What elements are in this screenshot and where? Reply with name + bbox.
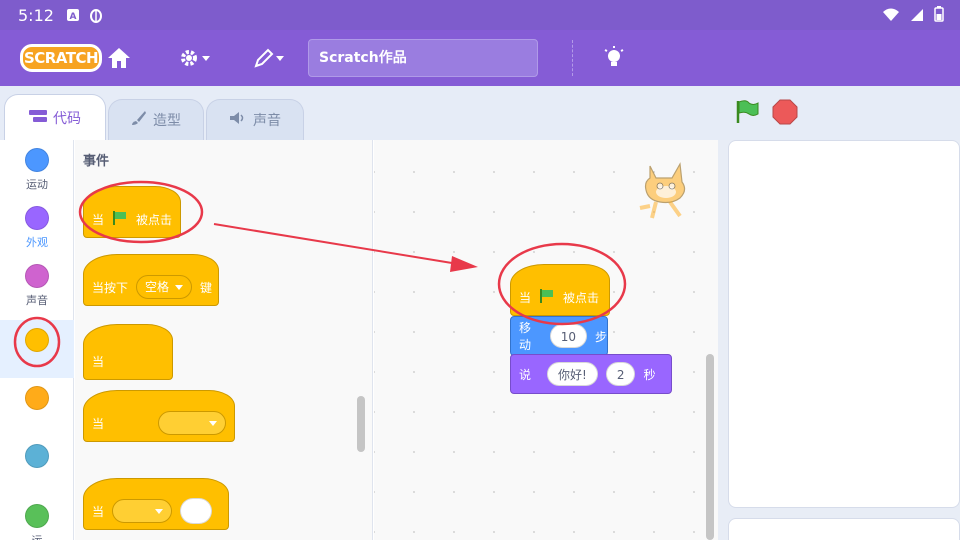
move-steps-input[interactable]: 10: [549, 324, 587, 348]
block-when-key-suffix: 键: [200, 280, 213, 295]
category-events[interactable]: [0, 320, 74, 378]
category-looks[interactable]: 外观: [0, 206, 74, 260]
category-motion-dot: [25, 148, 49, 172]
block-when-backdrop-switches[interactable]: 当: [83, 390, 235, 442]
category-operators-dot: [25, 504, 49, 528]
key-dropdown-value: 空格: [145, 280, 170, 294]
stage-canvas[interactable]: [728, 140, 960, 508]
category-control[interactable]: [0, 386, 74, 426]
block-when-greater-prefix: 当: [92, 504, 105, 519]
category-looks-dot: [25, 206, 49, 230]
chevron-down-icon: [175, 284, 184, 290]
key-dropdown[interactable]: 空格: [136, 275, 193, 299]
move-label: 移动: [519, 321, 532, 352]
tab-sounds[interactable]: 声音: [206, 99, 304, 140]
status-bar: 5:12 A: [0, 0, 960, 30]
tips-lightbulb-icon[interactable]: [602, 46, 630, 70]
backdrop-dropdown[interactable]: [158, 411, 226, 435]
editor-tab-strip: 代码 造型 声音: [0, 86, 960, 141]
script-when-flag-clicked[interactable]: 当 被点击: [510, 264, 610, 316]
tab-costumes-label: 造型: [153, 113, 181, 129]
brush-icon: [131, 110, 147, 130]
script-hat-suffix: 被点击: [563, 290, 600, 305]
say-message-input[interactable]: 你好!: [547, 362, 598, 386]
code-icon: [29, 109, 47, 127]
tab-code[interactable]: 代码: [4, 94, 106, 141]
svg-text:A: A: [70, 12, 77, 22]
scratch-cat-sprite-icon: [636, 160, 696, 226]
speaker-icon: [229, 111, 247, 129]
say-seconds-input[interactable]: 2: [605, 362, 636, 386]
stop-sign-icon[interactable]: [772, 99, 798, 129]
green-flag-icon: [539, 288, 555, 307]
category-events-dot: [25, 328, 49, 352]
status-right: [882, 6, 944, 26]
wifi-icon: [882, 7, 900, 26]
category-motion-label: 运动: [26, 178, 48, 191]
block-categories: 运动 外观 声音 运: [0, 140, 74, 540]
say-unit: 秒: [643, 367, 656, 382]
block-when-flag-suffix: 被点击: [136, 212, 173, 227]
palette-section-title: 事件: [83, 154, 110, 169]
category-looks-label: 外观: [26, 236, 48, 249]
palette-scrollbar[interactable]: [357, 396, 365, 452]
block-when-sprite-prefix: 当: [92, 354, 105, 369]
settings-gear-icon[interactable]: [178, 46, 214, 70]
battery-icon: [934, 6, 944, 26]
say-label: 说: [519, 367, 532, 382]
green-flag-icon[interactable]: [734, 99, 760, 129]
block-when-greater-than[interactable]: 当: [83, 478, 229, 530]
sensor-dropdown[interactable]: [112, 499, 173, 523]
category-sensing-dot: [25, 444, 49, 468]
category-sound-label: 声音: [26, 294, 48, 307]
block-palette: 事件 当 被点击 当按下 空格 键 当 当 当: [75, 140, 373, 540]
notification-a-icon: A: [66, 7, 80, 26]
category-operators-label: 运: [32, 534, 43, 540]
category-operators[interactable]: 运: [0, 504, 74, 540]
menu-divider: [572, 40, 573, 76]
workspace-scrollbar[interactable]: [706, 354, 714, 540]
block-when-backdrop-prefix: 当: [92, 416, 105, 431]
project-title-input[interactable]: Scratch作品: [308, 39, 538, 77]
block-when-this-sprite-clicked[interactable]: 当: [83, 324, 173, 380]
tab-costumes[interactable]: 造型: [108, 99, 204, 140]
block-when-flag-clicked[interactable]: 当 被点击: [83, 186, 181, 238]
scratch-logo[interactable]: SCRATCH: [20, 44, 102, 72]
category-motion[interactable]: 运动: [0, 148, 74, 202]
home-icon[interactable]: [106, 46, 134, 70]
category-sound[interactable]: 声音: [0, 264, 74, 318]
tab-sounds-label: 声音: [253, 113, 281, 129]
status-time: 5:12: [18, 6, 54, 25]
value-input[interactable]: [180, 498, 213, 524]
bug-icon: [88, 7, 104, 27]
category-sound-dot: [25, 264, 49, 288]
block-when-key-pressed[interactable]: 当按下 空格 键: [83, 254, 219, 306]
block-when-key-prefix: 当按下: [92, 280, 129, 295]
chevron-down-icon: [155, 508, 164, 514]
category-sensing[interactable]: [0, 444, 74, 484]
script-hat-prefix: 当: [519, 290, 532, 305]
tab-code-label: 代码: [53, 111, 81, 127]
script-move-steps[interactable]: 移动 10 步: [510, 316, 608, 356]
menu-bar: SCRATCH Scratch作品: [0, 30, 960, 86]
category-control-dot: [25, 386, 49, 410]
green-flag-icon: [112, 210, 128, 229]
block-when-flag-prefix: 当: [92, 212, 105, 227]
edit-pencil-icon[interactable]: [252, 46, 288, 70]
script-say-for-seconds[interactable]: 说 你好! 2 秒: [510, 354, 672, 394]
signal-icon: [910, 7, 924, 26]
sprite-pane: [728, 518, 960, 540]
move-unit: 步: [594, 329, 607, 344]
script-workspace[interactable]: 当 被点击 移动 10 步 说 你好! 2 秒: [374, 140, 718, 540]
chevron-down-icon: [209, 420, 217, 426]
